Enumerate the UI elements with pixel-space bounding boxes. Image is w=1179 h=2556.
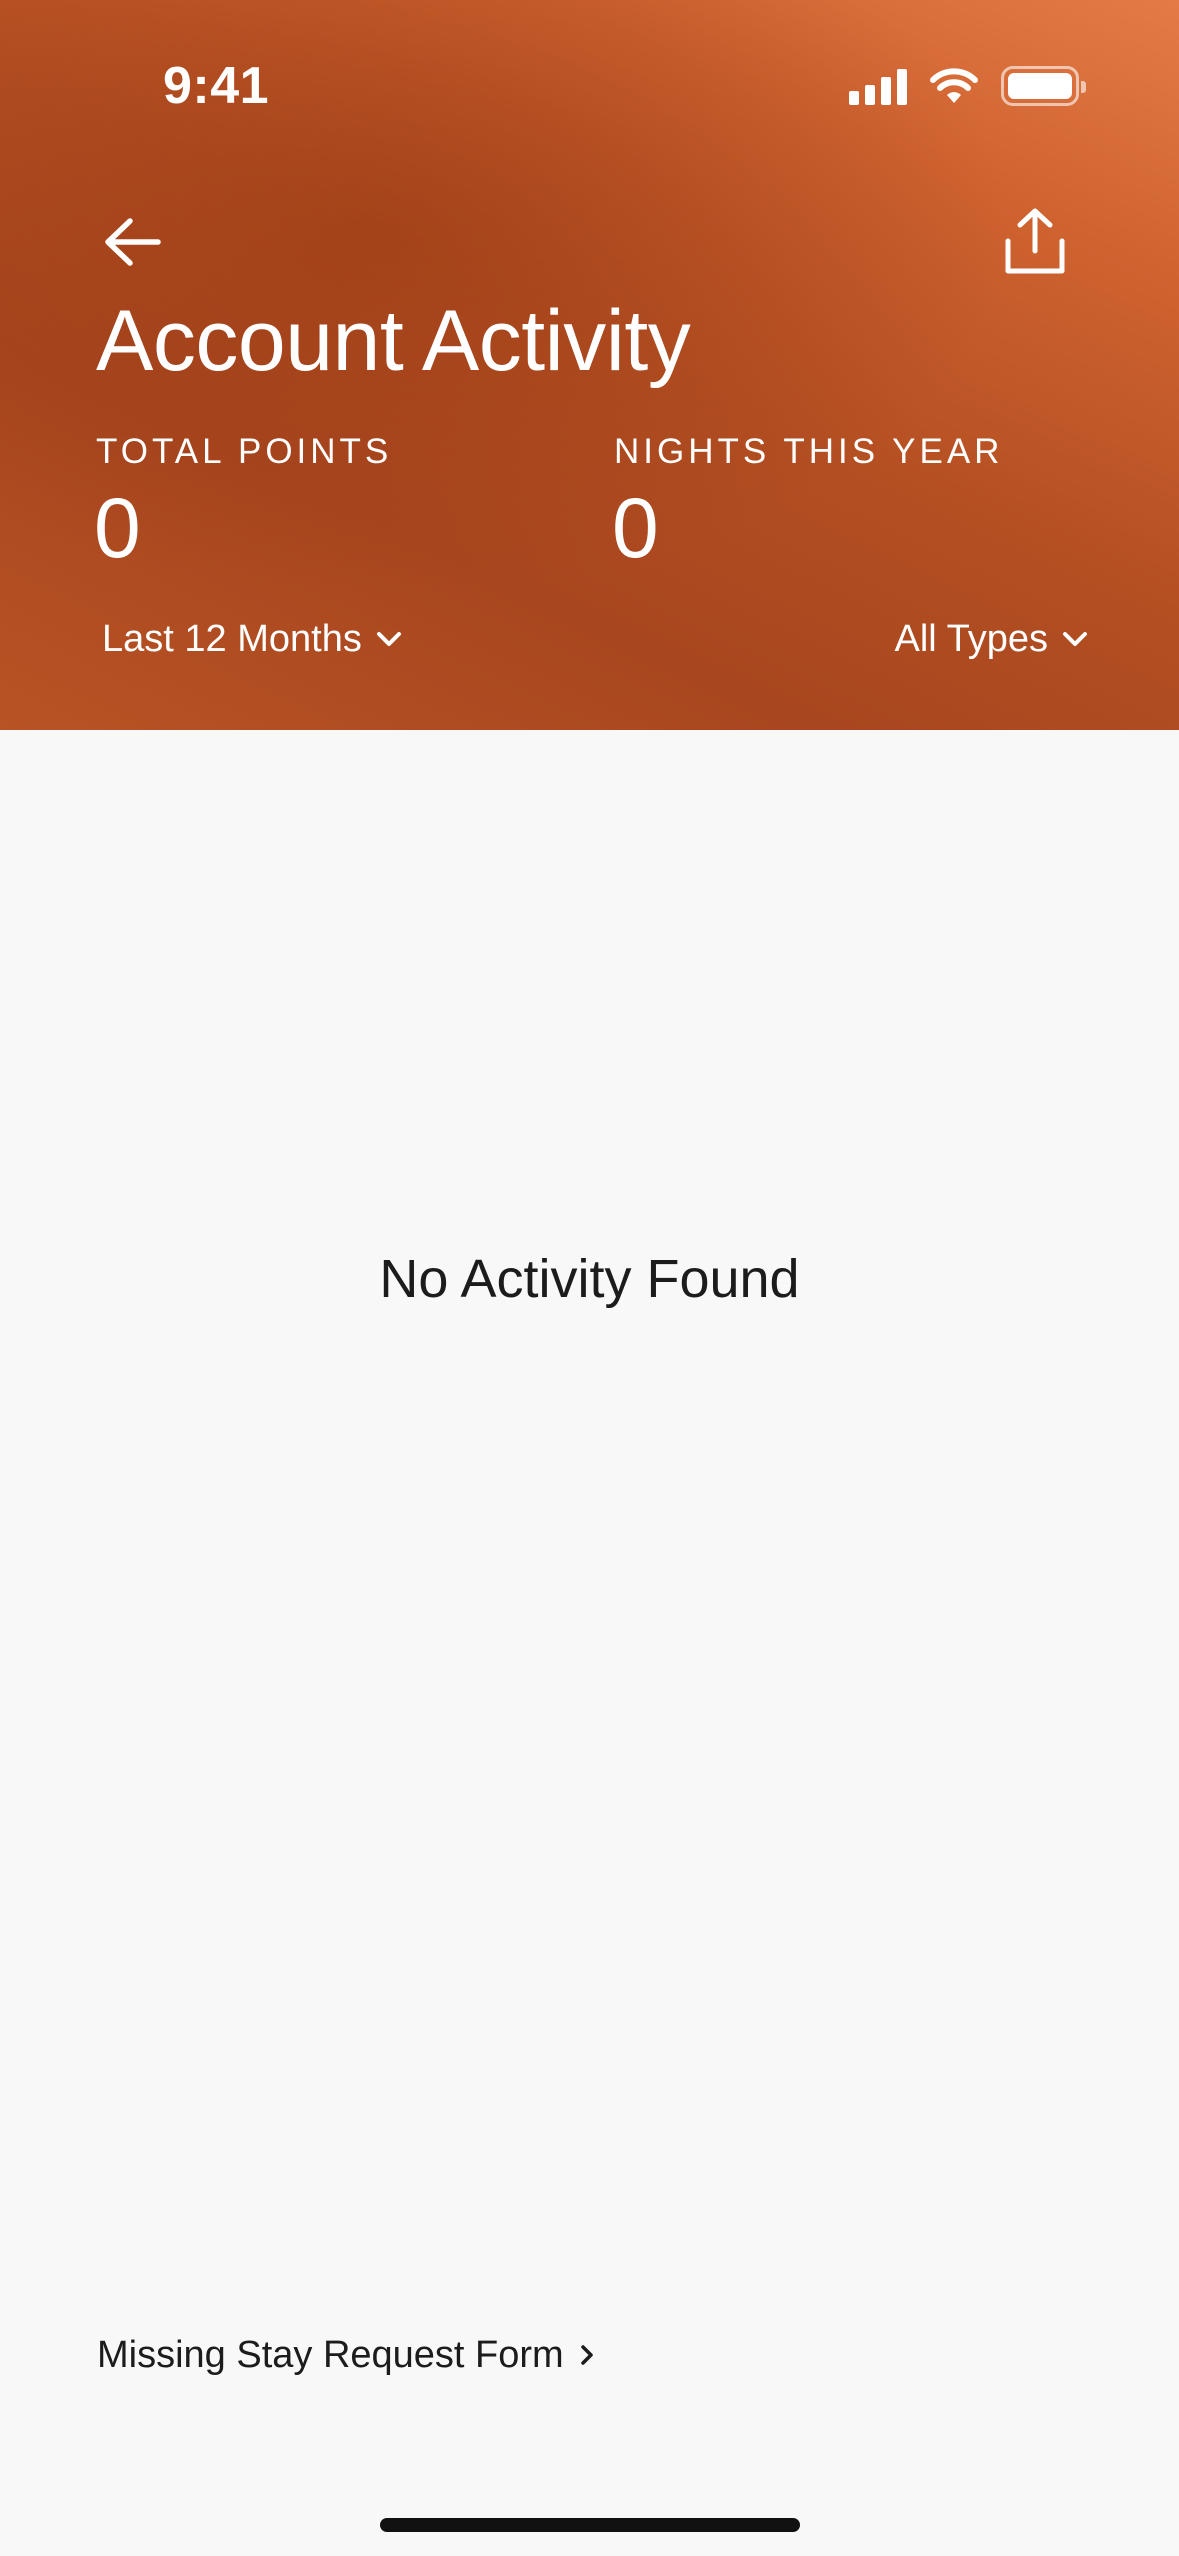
missing-stay-request-link[interactable]: Missing Stay Request Form xyxy=(97,2330,594,2380)
page-title: Account Activity xyxy=(96,293,691,389)
chevron-right-icon xyxy=(580,2345,593,2365)
total-points-value: 0 xyxy=(94,481,141,575)
chevron-down-icon xyxy=(1063,632,1087,646)
empty-state-message: No Activity Found xyxy=(379,1249,800,1309)
account-activity-screen: 9:41 Account Activity TOTAL POINTS 0 NIG… xyxy=(0,0,1179,2556)
battery-icon xyxy=(1001,66,1086,106)
activity-header: 9:41 Account Activity TOTAL POINTS 0 NIG… xyxy=(0,0,1179,730)
nights-this-year-value: 0 xyxy=(612,481,659,575)
total-points-label: TOTAL POINTS xyxy=(96,432,393,471)
back-arrow-icon[interactable] xyxy=(100,215,164,269)
missing-stay-request-label: Missing Stay Request Form xyxy=(97,2333,564,2376)
home-indicator xyxy=(380,2518,800,2532)
status-icons xyxy=(849,62,1086,110)
period-filter-label: Last 12 Months xyxy=(102,617,362,660)
period-filter-dropdown[interactable]: Last 12 Months xyxy=(102,612,402,666)
status-time: 9:41 xyxy=(163,57,270,115)
chevron-down-icon xyxy=(376,632,401,646)
type-filter-label: All Types xyxy=(894,617,1048,660)
type-filter-dropdown[interactable]: All Types xyxy=(895,612,1088,666)
share-icon[interactable] xyxy=(1000,205,1070,277)
cellular-signal-icon xyxy=(849,67,907,105)
nights-this-year-label: NIGHTS THIS YEAR xyxy=(614,432,1004,471)
wifi-icon xyxy=(930,68,978,103)
